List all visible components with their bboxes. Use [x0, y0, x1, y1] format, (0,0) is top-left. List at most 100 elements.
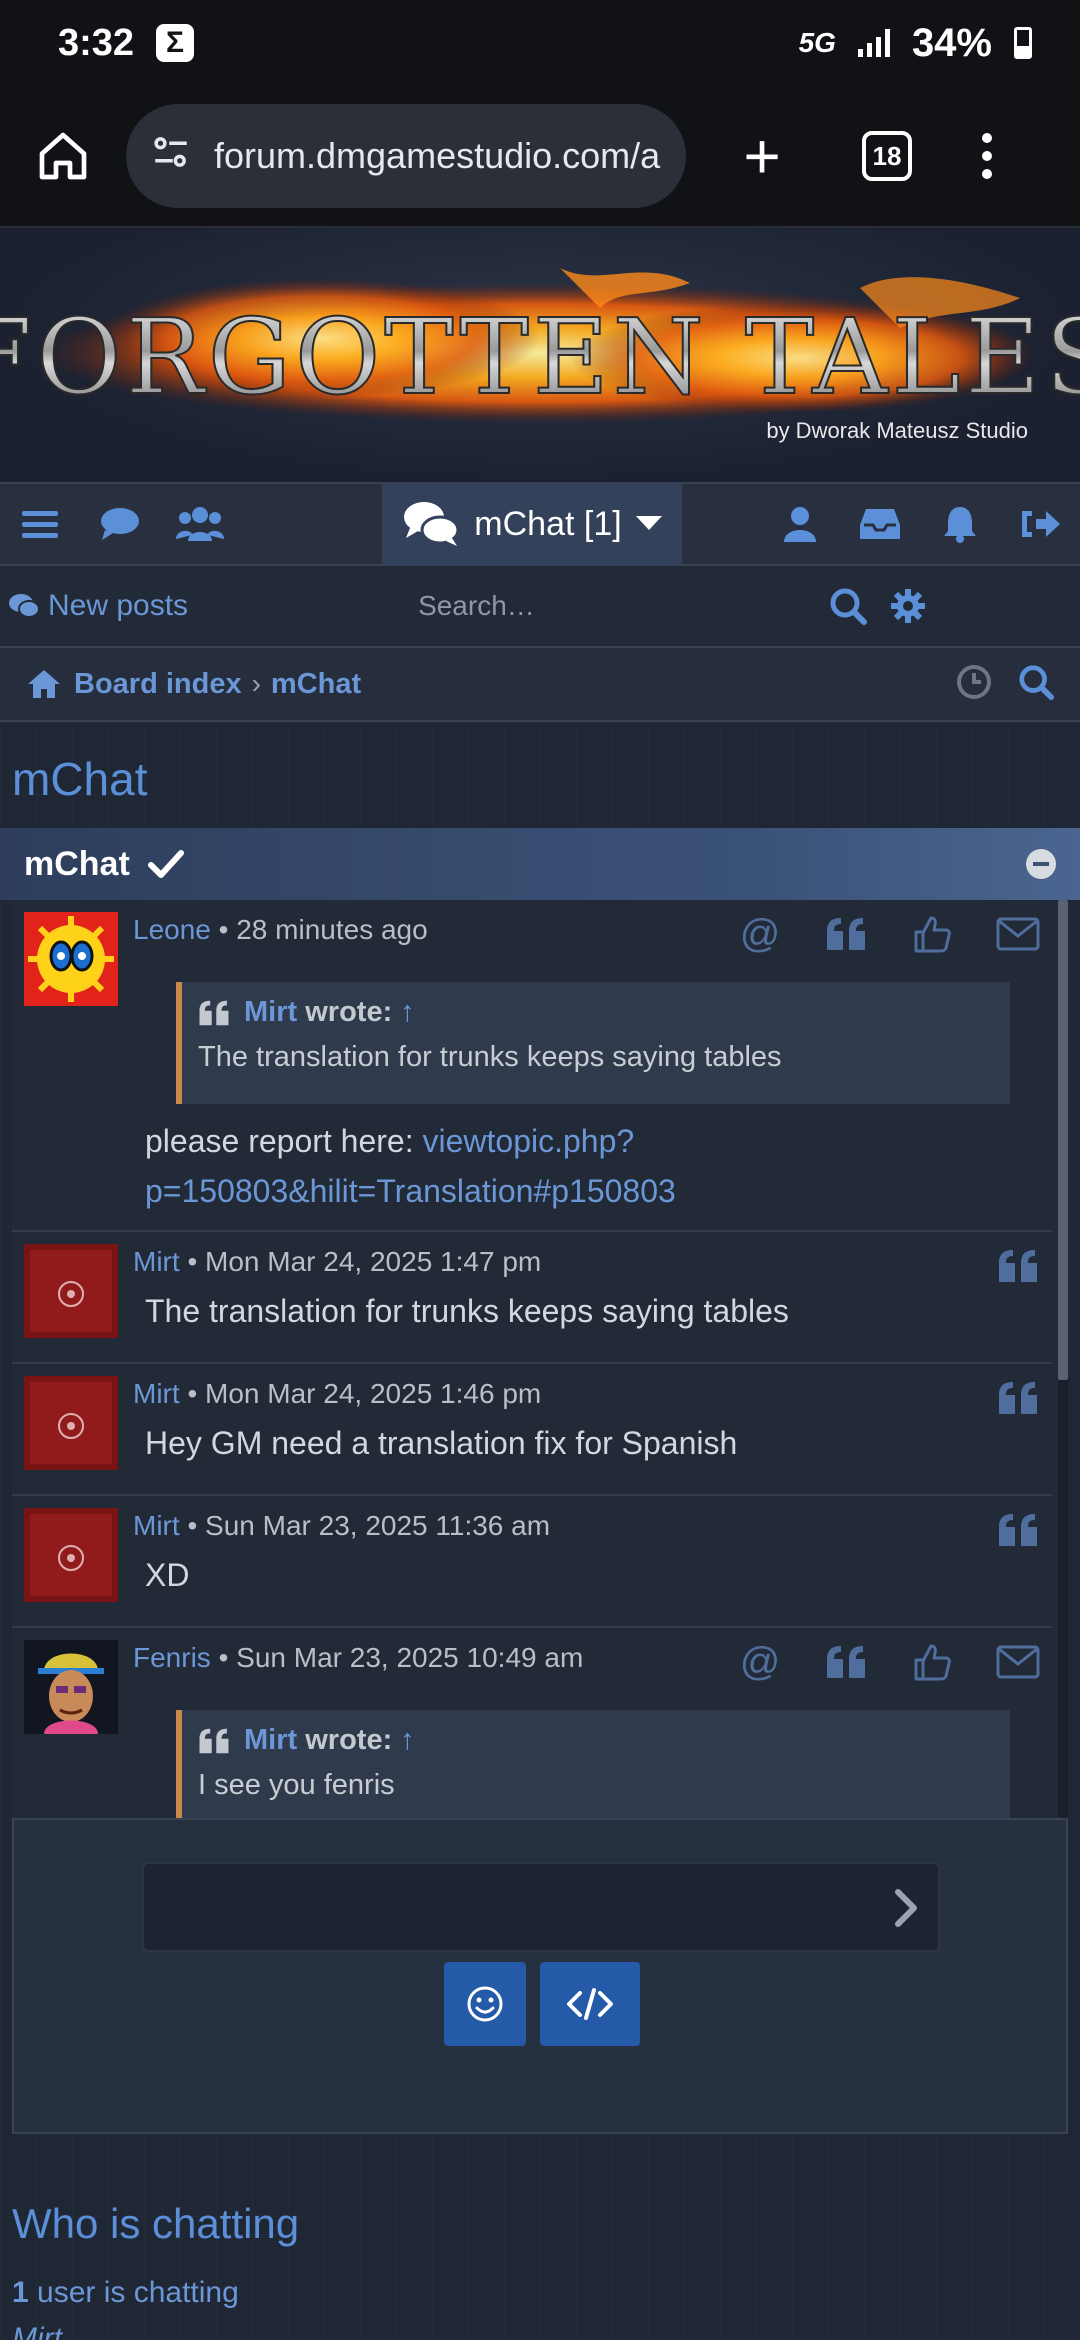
quote-icon[interactable] [996, 1244, 1040, 1288]
menu-icon[interactable] [0, 482, 80, 566]
private-message-icon[interactable] [996, 912, 1040, 956]
inbox-icon[interactable] [840, 482, 920, 566]
message-time: • Mon Mar 24, 2025 1:47 pm [187, 1246, 542, 1277]
battery-percent: 34% [911, 20, 992, 65]
chevron-right-icon: › [251, 668, 261, 699]
who-is-chatting-heading: Who is chatting [12, 2200, 300, 2247]
like-icon[interactable] [910, 1640, 954, 1684]
notification-icon: Σ [156, 24, 195, 62]
send-chevron-icon [895, 1889, 917, 1927]
url-text: forum.dmgamestudio.com/ap| [214, 135, 662, 176]
quote-header: Mirt wrote: ↑ [198, 1724, 1010, 1757]
message-text: Hey GM need a translation fix for Spanis… [145, 1425, 738, 1461]
message-username[interactable]: Mirt [133, 1378, 180, 1409]
quote-jump-link[interactable]: ↑ [400, 1724, 415, 1756]
quote-jump-link[interactable]: ↑ [400, 996, 415, 1028]
battery-icon [1014, 27, 1032, 59]
quote-icon[interactable] [996, 1508, 1040, 1552]
chat-scrollbar[interactable] [1058, 900, 1068, 1818]
message-text: XD [145, 1557, 190, 1593]
check-icon [147, 850, 184, 878]
like-icon[interactable] [910, 912, 954, 956]
quote-mark-icon [199, 1728, 229, 1753]
chatting-count-number: 1 [12, 2276, 29, 2309]
new-posts-link[interactable]: New posts [8, 589, 188, 623]
mention-icon[interactable]: @ [738, 912, 782, 956]
forum-navbar: mChat [1] [0, 482, 1080, 566]
page-title: mChat [12, 753, 148, 805]
chat-message: Mirt • Mon Mar 24, 2025 1:47 pm The tran… [12, 1232, 1052, 1364]
code-icon [567, 1988, 613, 2020]
status-bar: 3:32 Σ 5G 34% [0, 0, 1080, 86]
message-link-continued[interactable]: p=150803&hilit=Translation#p150803 [145, 1173, 676, 1209]
breadcrumb-board-index[interactable]: Board index [74, 668, 242, 701]
mchat-dropdown[interactable]: mChat [1] [382, 482, 682, 566]
message-username[interactable]: Mirt [133, 1246, 180, 1277]
chat-message-list[interactable]: Leone • 28 minutes ago @ Mirt wrote: ↑ T… [12, 900, 1068, 1818]
quote-author[interactable]: Mirt [244, 1724, 297, 1756]
avatar[interactable] [24, 1376, 118, 1470]
user-icon[interactable] [760, 482, 840, 566]
logout-icon[interactable] [1000, 482, 1080, 566]
status-time: 3:32 [58, 21, 135, 64]
site-banner[interactable]: FORGOTTEN TALES by Dworak Mateusz Studio [0, 228, 1080, 482]
message-time: • 28 minutes ago [218, 914, 428, 945]
chat-message: Fenris • Sun Mar 23, 2025 10:49 am @ Mir… [12, 1628, 1052, 1818]
clock-icon[interactable] [956, 664, 992, 705]
message-text: The translation for trunks keeps saying … [145, 1293, 789, 1329]
quote-wrote: wrote: [305, 1724, 393, 1756]
collapse-icon[interactable] [1026, 849, 1056, 879]
home-icon[interactable] [30, 123, 96, 189]
smilies-button[interactable] [444, 1962, 526, 2046]
search-icon[interactable] [818, 587, 878, 625]
quote-icon[interactable] [824, 912, 868, 956]
message-username[interactable]: Mirt [133, 1510, 180, 1541]
avatar[interactable] [24, 912, 118, 1006]
message-link[interactable]: viewtopic.php? [423, 1123, 635, 1159]
chatting-count: 1 user is chatting [12, 2276, 239, 2310]
quote-icon[interactable] [824, 1640, 868, 1684]
members-icon[interactable] [160, 482, 240, 566]
message-actions [996, 1508, 1040, 1552]
message-username[interactable]: Fenris [133, 1642, 211, 1673]
message-meta: Mirt • Mon Mar 24, 2025 1:47 pm [133, 1246, 541, 1278]
search-icon[interactable] [1018, 664, 1054, 705]
new-tab-icon[interactable]: + [732, 119, 792, 193]
avatar[interactable] [24, 1244, 118, 1338]
more-menu-icon[interactable] [982, 133, 992, 179]
message-meta: Leone • 28 minutes ago [133, 914, 428, 946]
message-username[interactable]: Leone [133, 914, 211, 945]
panel-title: mChat [24, 844, 130, 883]
message-time: • Sun Mar 23, 2025 10:49 am [218, 1642, 584, 1673]
address-bar[interactable]: forum.dmgamestudio.com/ap| [126, 104, 686, 208]
chat-bubble-icon[interactable] [80, 482, 160, 566]
chat-message: Mirt • Sun Mar 23, 2025 11:36 am XD [12, 1496, 1052, 1628]
chatting-user[interactable]: Mirt [12, 2322, 62, 2340]
private-message-icon[interactable] [996, 1640, 1040, 1684]
breadcrumb-mchat[interactable]: mChat [271, 668, 361, 701]
tab-switcher-button[interactable]: 18 [862, 131, 912, 181]
message-meta: Mirt • Mon Mar 24, 2025 1:46 pm [133, 1378, 541, 1410]
message-meta: Fenris • Sun Mar 23, 2025 10:49 am [133, 1642, 583, 1674]
avatar[interactable] [24, 1508, 118, 1602]
message-actions [996, 1376, 1040, 1420]
notifications-bell-icon[interactable] [920, 482, 1000, 566]
advanced-search-gear-icon[interactable] [878, 588, 938, 624]
message-input[interactable] [142, 1862, 940, 1952]
banner-subtitle: by Dworak Mateusz Studio [766, 418, 1028, 443]
quote-text: I see you fenris [198, 1769, 395, 1801]
quote-header: Mirt wrote: ↑ [198, 996, 1010, 1029]
signal-icon [857, 29, 890, 57]
quick-links-bar: New posts [0, 566, 1080, 646]
message-meta: Mirt • Sun Mar 23, 2025 11:36 am [133, 1510, 550, 1542]
mention-icon[interactable]: @ [738, 1640, 782, 1684]
bbcode-button[interactable] [540, 1962, 640, 2046]
quote-author[interactable]: Mirt [244, 996, 297, 1028]
avatar[interactable] [24, 1640, 118, 1734]
search-input[interactable] [418, 590, 819, 622]
quote-icon[interactable] [996, 1376, 1040, 1420]
message-actions [996, 1244, 1040, 1288]
chat-scrollbar-thumb[interactable] [1058, 900, 1068, 1380]
comments-icon [9, 594, 40, 618]
site-settings-icon[interactable] [150, 131, 192, 182]
